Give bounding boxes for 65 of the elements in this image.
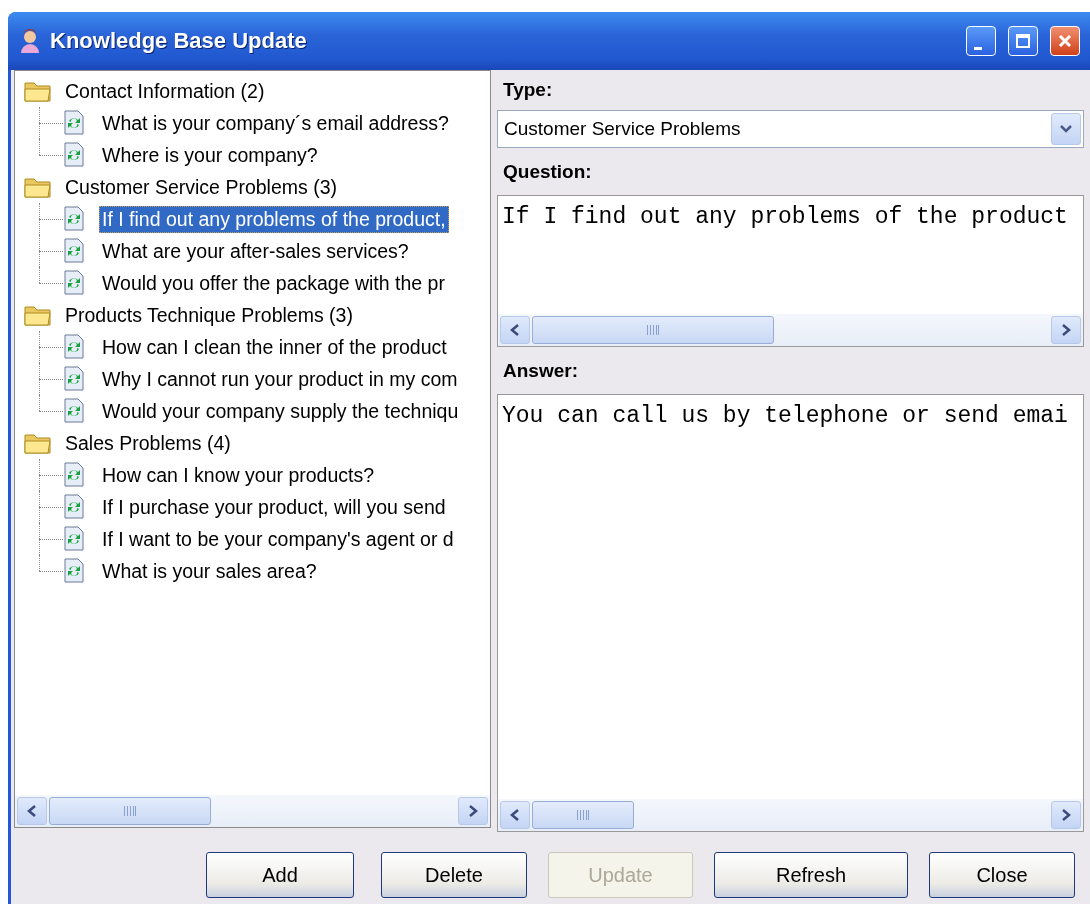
- tree-line: [39, 363, 63, 395]
- question-item[interactable]: How can I know your products?: [99, 461, 378, 489]
- maximize-button[interactable]: [1008, 26, 1038, 56]
- action-button[interactable]: Refresh: [714, 852, 908, 898]
- category-item[interactable]: Sales Problems (4): [65, 431, 231, 455]
- category-item[interactable]: Customer Service Problems (3): [65, 175, 337, 199]
- tree-line: [39, 235, 63, 267]
- answer-label: Answer:: [502, 358, 579, 383]
- question-item[interactable]: What is your company´s email address?: [99, 109, 452, 137]
- action-button[interactable]: Close: [929, 852, 1075, 898]
- question-item[interactable]: What is your sales area?: [99, 557, 320, 585]
- document-icon: [63, 494, 85, 520]
- category-item[interactable]: Products Technique Problems (3): [65, 303, 353, 327]
- question-item[interactable]: Would you offer the package with the pr: [99, 269, 448, 297]
- document-icon: [63, 462, 85, 488]
- minimize-icon: [974, 46, 982, 50]
- document-icon: [63, 270, 85, 296]
- tree-line: [39, 523, 63, 555]
- document-icon: [63, 366, 85, 392]
- question-item[interactable]: If I find out any problems of the product,: [99, 205, 449, 233]
- folder-icon: [23, 79, 53, 103]
- type-dropdown[interactable]: Customer Service Problems: [497, 110, 1084, 148]
- document-icon: [63, 238, 85, 264]
- scroll-right-button[interactable]: [1051, 316, 1081, 344]
- document-icon: [63, 142, 85, 168]
- question-item[interactable]: How can I clean the inner of the product: [99, 333, 450, 361]
- document-icon: [63, 334, 85, 360]
- scroll-right-button[interactable]: [458, 797, 488, 825]
- folder-icon: [23, 303, 53, 327]
- tree-line: [39, 107, 63, 139]
- question-item[interactable]: If I purchase your product, will you send: [99, 493, 449, 521]
- question-item[interactable]: What are your after-sales services?: [99, 237, 412, 265]
- tree-line: [39, 203, 63, 235]
- action-button[interactable]: Add: [206, 852, 354, 898]
- tree-line: [39, 331, 63, 363]
- question-item[interactable]: Would your company supply the techniqu: [99, 397, 462, 425]
- question-item[interactable]: Why I cannot run your product in my com: [99, 365, 461, 393]
- type-label: Type:: [502, 78, 554, 102]
- scroll-thumb[interactable]: [532, 316, 774, 344]
- scroll-left-button[interactable]: [500, 801, 530, 829]
- question-label: Question:: [502, 159, 593, 184]
- action-button[interactable]: Delete: [381, 852, 527, 898]
- tree-line: [39, 491, 63, 523]
- document-icon: [63, 526, 85, 552]
- question-item[interactable]: If I want to be your company's agent or d: [99, 525, 457, 553]
- scroll-left-button[interactable]: [500, 316, 530, 344]
- close-icon: [1057, 33, 1073, 49]
- close-button[interactable]: [1050, 26, 1080, 56]
- scroll-left-button[interactable]: [17, 797, 47, 825]
- document-icon: [63, 558, 85, 584]
- document-icon: [63, 206, 85, 232]
- folder-icon: [23, 175, 53, 199]
- category-item[interactable]: Contact Information (2): [65, 79, 265, 103]
- document-icon: [63, 110, 85, 136]
- window-title: Knowledge Base Update: [50, 28, 307, 54]
- person-icon: [18, 28, 42, 54]
- maximize-icon: [1015, 33, 1031, 49]
- scroll-thumb[interactable]: [49, 797, 211, 825]
- question-item[interactable]: Where is your company?: [99, 141, 321, 169]
- scroll-thumb[interactable]: [532, 801, 634, 829]
- minimize-button[interactable]: [966, 26, 996, 56]
- tree-line: [39, 459, 63, 491]
- folder-icon: [23, 431, 53, 455]
- scroll-right-button[interactable]: [1051, 801, 1081, 829]
- document-icon: [63, 398, 85, 424]
